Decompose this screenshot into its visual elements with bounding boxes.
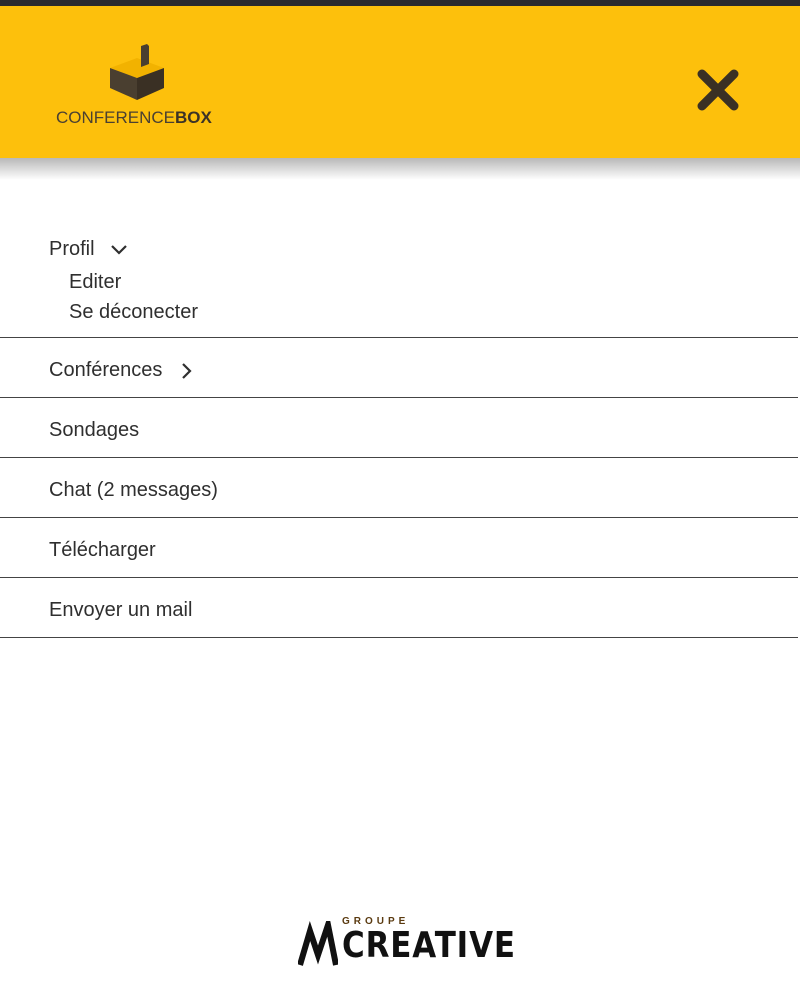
- submenu-item-editer[interactable]: Editer: [69, 271, 121, 294]
- close-menu-button[interactable]: [694, 66, 742, 114]
- submenu-item-logout[interactable]: Se déconecter: [69, 301, 198, 324]
- menu-item-label: Chat (2 messages): [49, 479, 218, 501]
- menu-item-label: Télécharger: [49, 539, 156, 561]
- menu-item-label: Sondages: [49, 419, 140, 441]
- menu-item-row: Sondages: [49, 419, 139, 442]
- creative-label: CREATIVE: [342, 925, 516, 966]
- groupe-creative-logo: GROUPE CREATIVE: [298, 913, 528, 973]
- header-shadow: [0, 158, 800, 180]
- menu-item-envoyer-mail[interactable]: Envoyer un mail: [0, 578, 798, 638]
- close-icon: [697, 69, 739, 111]
- app-header: CONFERENCEBOX: [0, 6, 800, 158]
- box-logo-icon: [110, 44, 164, 100]
- menu-item-telecharger[interactable]: Télécharger: [0, 518, 798, 578]
- conferencebox-logo[interactable]: CONFERENCEBOX: [56, 44, 226, 134]
- brand-name-bold: BOX: [175, 108, 212, 127]
- menu-item-row: Chat (2 messages): [49, 479, 218, 502]
- menu-item-sondages[interactable]: Sondages: [0, 398, 798, 458]
- chevron-right-icon: [182, 362, 192, 379]
- menu-item-label: Conférences: [49, 359, 163, 381]
- brand-name: CONFERENCEBOX: [56, 108, 212, 128]
- menu-item-row: Envoyer un mail: [49, 599, 192, 622]
- menu-item-row: Télécharger: [49, 539, 156, 562]
- menu-item-label: Envoyer un mail: [49, 599, 193, 621]
- menu-item-label: Profil: [49, 238, 95, 260]
- nav-menu: Profil Editer Se déconecter Conférences …: [0, 218, 798, 638]
- menu-item-profil: Profil Editer Se déconecter: [0, 218, 798, 338]
- menu-item-row: Conférences: [49, 359, 196, 382]
- menu-item-chat[interactable]: Chat (2 messages): [0, 458, 798, 518]
- brand-name-light: CONFERENCE: [56, 108, 176, 127]
- chevron-down-icon: [110, 244, 127, 255]
- profil-toggle[interactable]: Profil: [49, 238, 129, 261]
- creative-logo-icon: [298, 921, 338, 966]
- menu-item-conferences[interactable]: Conférences: [0, 338, 798, 398]
